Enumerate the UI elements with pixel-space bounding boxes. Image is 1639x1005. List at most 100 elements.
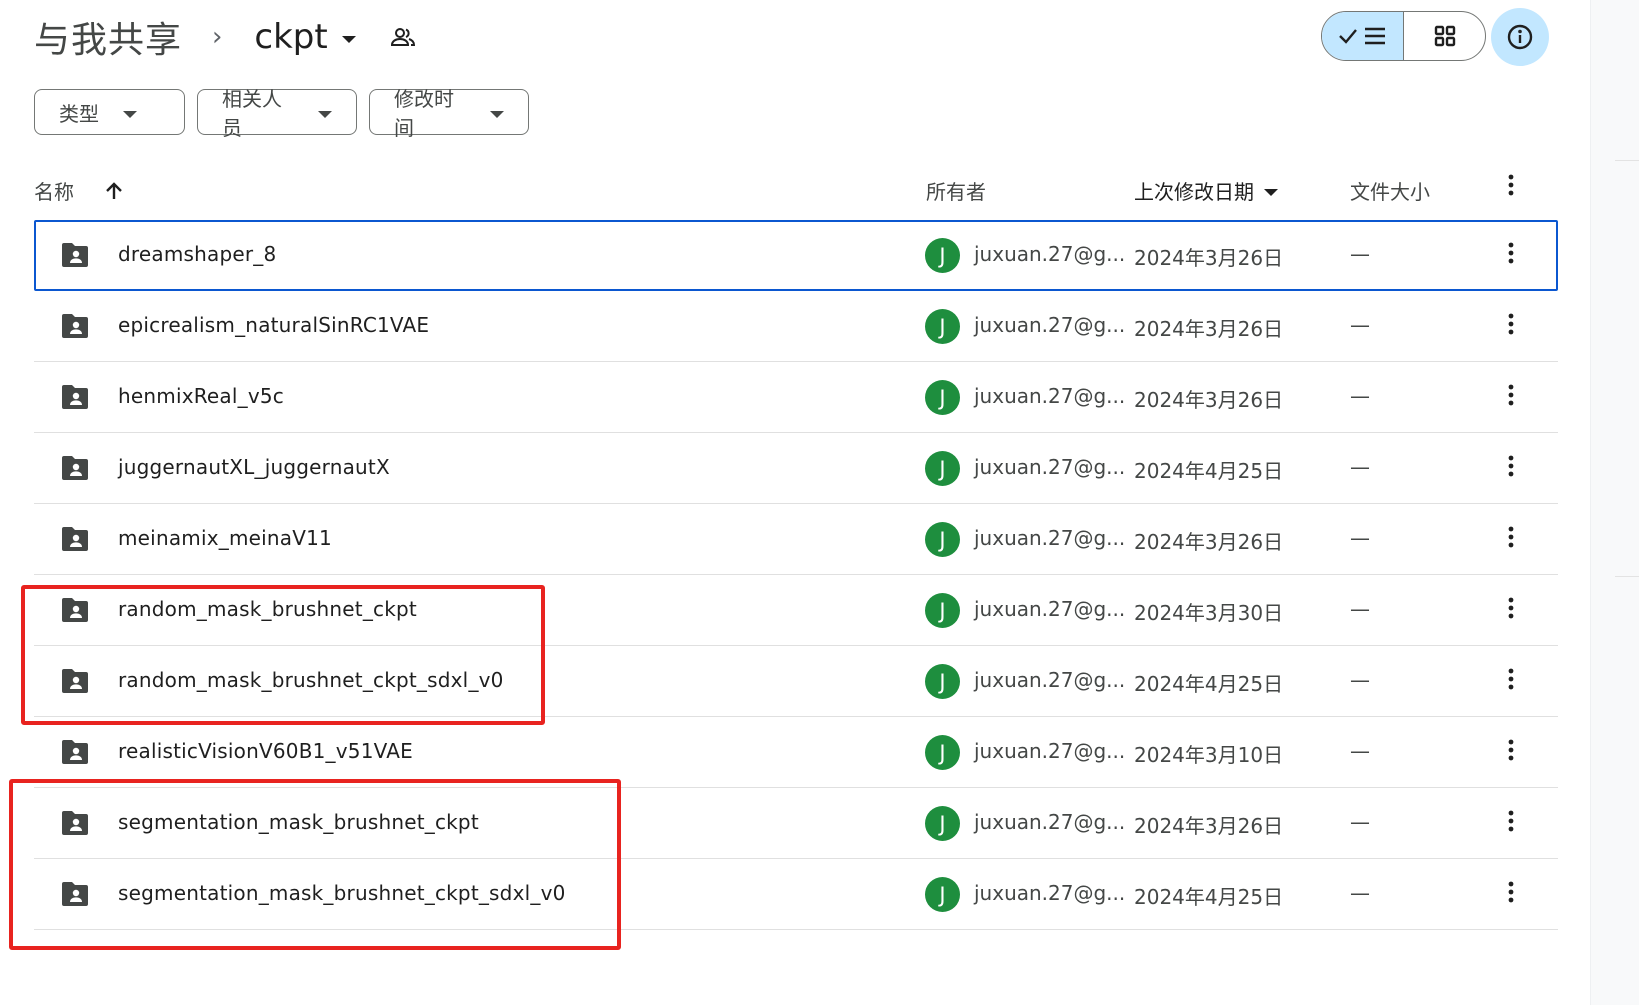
more-vert-icon[interactable]: [1508, 455, 1514, 481]
table-row[interactable]: dreamshaper_8 Jjuxuan.27@g... 2024年3月26日 —: [34, 220, 1558, 291]
owner-email: juxuan.27@g...: [974, 597, 1126, 621]
more-vert-icon[interactable]: [1508, 174, 1514, 196]
filter-people-label: 相关人员: [222, 87, 282, 140]
shared-folder-icon: [60, 526, 90, 556]
view-toggle: [1321, 11, 1486, 61]
filter-type-chip[interactable]: 类型: [34, 89, 185, 135]
file-size: —: [1350, 739, 1370, 763]
file-name[interactable]: segmentation_mask_brushnet_ckpt_sdxl_v0: [118, 881, 566, 905]
table-row[interactable]: henmixReal_v5c Jjuxuan.27@g... 2024年3月26日 —: [34, 362, 1558, 433]
file-name[interactable]: realisticVisionV60B1_v51VAE: [118, 739, 413, 763]
info-icon: [1507, 24, 1533, 50]
file-name[interactable]: henmixReal_v5c: [118, 384, 284, 408]
file-name[interactable]: epicrealism_naturalSinRC1VAE: [118, 313, 429, 337]
owner-email: juxuan.27@g...: [974, 810, 1126, 834]
more-vert-icon[interactable]: [1508, 810, 1514, 836]
filter-modified-chip[interactable]: 修改时间: [369, 87, 529, 140]
owner-avatar: J: [925, 451, 960, 486]
arrow-up-icon[interactable]: [104, 181, 124, 201]
table-row[interactable]: juggernautXL_juggernautX Jjuxuan.27@g... 2…: [34, 433, 1558, 504]
shared-folder-icon: [60, 313, 90, 343]
file-name[interactable]: random_mask_brushnet_ckpt: [118, 597, 417, 621]
owner-avatar: J: [925, 522, 960, 557]
table-row[interactable]: segmentation_mask_brushnet_ckpt_sdxl_v0 J…: [34, 859, 1558, 930]
file-size: —: [1350, 313, 1370, 337]
column-owner-label: 所有者: [926, 180, 986, 204]
grid-view-button[interactable]: [1404, 12, 1485, 60]
check-list-icon: [1338, 27, 1385, 45]
modified-date: 2024年4月25日: [1134, 459, 1284, 483]
shared-folder-icon: [60, 242, 90, 272]
file-size: —: [1350, 242, 1370, 266]
shared-folder-icon: [60, 384, 90, 414]
filter-people-chip[interactable]: 相关人员: [197, 87, 357, 140]
file-name[interactable]: juggernautXL_juggernautX: [118, 455, 390, 479]
modified-date: 2024年4月25日: [1134, 672, 1284, 696]
file-size: —: [1350, 526, 1370, 550]
owner-avatar: J: [925, 735, 960, 770]
more-vert-icon[interactable]: [1508, 597, 1514, 623]
owner-avatar: J: [925, 593, 960, 628]
owner-avatar: J: [925, 664, 960, 699]
chevron-down-icon: [490, 110, 504, 118]
owner-avatar: J: [925, 238, 960, 273]
more-vert-icon[interactable]: [1508, 668, 1514, 694]
table-row[interactable]: meinamix_meinaV11 Jjuxuan.27@g... 2024年3月2…: [34, 504, 1558, 575]
modified-date: 2024年3月30日: [1134, 601, 1284, 625]
file-name[interactable]: dreamshaper_8: [118, 242, 276, 266]
file-size: —: [1350, 597, 1370, 621]
file-size: —: [1350, 881, 1370, 905]
modified-date: 2024年3月10日: [1134, 743, 1284, 767]
owner-email: juxuan.27@g...: [974, 526, 1126, 550]
column-size-label: 文件大小: [1350, 180, 1430, 204]
owner-email: juxuan.27@g...: [974, 242, 1126, 266]
table-row[interactable]: random_mask_brushnet_ckpt_sdxl_v0 Jjuxuan…: [34, 646, 1558, 717]
owner-avatar: J: [925, 806, 960, 841]
more-vert-icon[interactable]: [1508, 242, 1514, 268]
shared-folder-icon: [60, 881, 90, 911]
people-outline-icon[interactable]: [390, 26, 416, 48]
modified-date: 2024年3月26日: [1134, 388, 1284, 412]
owner-avatar: J: [925, 380, 960, 415]
divider: [1615, 576, 1639, 577]
breadcrumb: 与我共享 › ckpt: [34, 12, 416, 62]
owner-avatar: J: [925, 309, 960, 344]
file-name[interactable]: segmentation_mask_brushnet_ckpt: [118, 810, 479, 834]
owner-email: juxuan.27@g...: [974, 313, 1126, 337]
column-name-header[interactable]: 名称: [34, 176, 124, 205]
owner-email: juxuan.27@g...: [974, 881, 1126, 905]
shared-folder-icon: [60, 455, 90, 485]
column-owner-header[interactable]: 所有者: [926, 176, 986, 205]
more-vert-icon[interactable]: [1508, 313, 1514, 339]
more-vert-icon[interactable]: [1508, 739, 1514, 765]
column-modified-header[interactable]: 上次修改日期: [1134, 176, 1278, 205]
sort-down-icon: [1264, 189, 1278, 196]
column-size-header[interactable]: 文件大小: [1350, 176, 1430, 205]
shared-folder-icon: [60, 668, 90, 698]
modified-date: 2024年3月26日: [1134, 246, 1284, 270]
owner-email: juxuan.27@g...: [974, 739, 1126, 763]
file-size: —: [1350, 455, 1370, 479]
table-header: 名称 所有者 上次修改日期 文件大小: [34, 168, 1558, 212]
owner-avatar: J: [925, 877, 960, 912]
table-row[interactable]: segmentation_mask_brushnet_ckpt Jjuxuan.2…: [34, 788, 1558, 859]
chevron-down-icon: [318, 110, 332, 118]
side-panel-rail: [1590, 0, 1639, 1005]
filter-bar: 类型 相关人员 修改时间: [34, 87, 529, 140]
file-name[interactable]: meinamix_meinaV11: [118, 526, 332, 550]
more-vert-icon[interactable]: [1508, 384, 1514, 410]
details-info-button[interactable]: [1491, 8, 1549, 66]
current-folder-menu[interactable]: ckpt: [254, 17, 356, 57]
current-folder-title: ckpt: [254, 17, 328, 57]
modified-date: 2024年3月26日: [1134, 317, 1284, 341]
modified-date: 2024年4月25日: [1134, 885, 1284, 909]
more-vert-icon[interactable]: [1508, 881, 1514, 907]
file-name[interactable]: random_mask_brushnet_ckpt_sdxl_v0: [118, 668, 504, 692]
breadcrumb-shared-with-me[interactable]: 与我共享: [34, 11, 182, 63]
table-row[interactable]: epicrealism_naturalSinRC1VAE Jjuxuan.27@g…: [34, 291, 1558, 362]
more-vert-icon[interactable]: [1508, 526, 1514, 552]
table-row[interactable]: realisticVisionV60B1_v51VAE Jjuxuan.27@g.…: [34, 717, 1558, 788]
list-view-button[interactable]: [1322, 12, 1404, 60]
divider: [1615, 160, 1639, 161]
table-row[interactable]: random_mask_brushnet_ckpt Jjuxuan.27@g...…: [34, 575, 1558, 646]
